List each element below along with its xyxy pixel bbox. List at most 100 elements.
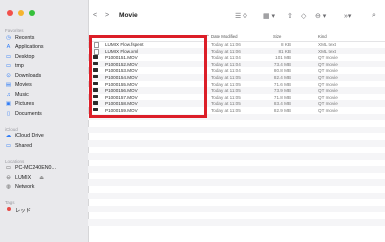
red-tag-icon	[5, 206, 12, 213]
file-date-modified: Today at 11:05	[211, 88, 241, 94]
forward-button[interactable]: >	[105, 12, 109, 19]
file-size: 73.9 MB	[273, 88, 291, 94]
file-kind: QT movie	[318, 107, 338, 113]
list-view-icon[interactable]: ☰ ◊	[235, 12, 247, 20]
applications-icon: A	[6, 44, 11, 51]
file-size: 80.8 MB	[273, 68, 291, 74]
empty-row	[88, 126, 385, 134]
finder-window: Favorites ◷ Recents A Applications ▭ Des…	[0, 0, 385, 242]
column-size[interactable]: Size	[273, 34, 281, 39]
file-kind: QT movie	[318, 74, 338, 80]
file-size: 71.6 MB	[273, 81, 291, 87]
file-kind: QT movie	[318, 55, 338, 61]
pictures-icon: ▣	[5, 101, 12, 108]
file-kind: XML text	[318, 48, 336, 54]
sidebar-item-pictures[interactable]: ▣ Pictures	[5, 100, 88, 110]
sidebar-item-applications[interactable]: A Applications	[5, 43, 88, 53]
sidebar-item-lumix[interactable]: ⊖ LUMIX ⏏	[5, 173, 88, 183]
sidebar-item-desktop[interactable]: ▭ Desktop	[5, 52, 88, 62]
empty-row	[88, 186, 385, 193]
movies-icon: ▤	[5, 82, 12, 89]
share-icon[interactable]: ⇧	[287, 12, 293, 20]
empty-row	[88, 199, 385, 206]
sidebar-item-tmp[interactable]: ▭ tmp	[5, 62, 88, 72]
documents-icon: ▯	[6, 110, 11, 117]
sidebar-item-label: Downloads	[15, 72, 42, 79]
empty-row	[88, 139, 385, 147]
file-size: 82.4 MB	[273, 74, 291, 80]
empty-row	[88, 226, 385, 233]
back-button[interactable]: <	[93, 12, 97, 19]
file-size: 101 MB	[275, 55, 291, 61]
file-size: 8 KB	[281, 42, 291, 47]
file-date-modified: Today at 11:05	[211, 94, 241, 100]
file-date-modified: Today at 11:05	[211, 74, 241, 80]
eject-icon[interactable]: ⏏	[39, 175, 44, 181]
red-highlight-box	[89, 35, 207, 118]
more-toolbar-icon[interactable]: »▾	[344, 12, 351, 20]
file-date-modified: Today at 11:04	[211, 55, 241, 61]
column-kind[interactable]: Kind	[318, 34, 327, 39]
sidebar-item-label: Desktop	[15, 53, 35, 60]
downloads-icon: ⊙	[6, 72, 11, 79]
close-window-button[interactable]	[7, 10, 13, 16]
empty-row	[88, 147, 385, 154]
file-date-modified: Today at 11:05	[211, 107, 241, 113]
sidebar-item-computer[interactable]: ▭ PC-MC240EN0...	[5, 164, 88, 174]
file-kind: XML text	[318, 42, 336, 47]
file-kind: QT movie	[318, 88, 338, 94]
sidebar-item-label: Music	[15, 91, 29, 98]
sidebar-item-label: Movies	[15, 82, 32, 89]
music-icon: ♫	[6, 91, 11, 98]
sidebar-item-music[interactable]: ♫ Music	[5, 90, 88, 100]
minimize-window-button[interactable]	[18, 10, 24, 16]
sidebar-item-label: tmp	[15, 63, 24, 70]
sidebar-item-label: iCloud Drive	[15, 133, 44, 140]
tag-icon[interactable]: ◇	[301, 12, 306, 20]
sidebar-item-documents[interactable]: ▯ Documents	[5, 109, 88, 119]
window-title: Movie	[119, 12, 138, 19]
sidebar-item-recents[interactable]: ◷ Recents	[5, 33, 88, 43]
empty-row	[88, 166, 385, 173]
empty-row	[88, 179, 385, 187]
file-kind: QT movie	[318, 81, 338, 87]
search-icon[interactable]: ⌕	[372, 12, 376, 20]
sidebar-item-downloads[interactable]: ⊙ Downloads	[5, 71, 88, 81]
sidebar-item-movies[interactable]: ▤ Movies	[5, 81, 88, 91]
empty-row	[88, 120, 385, 127]
sidebar-item-icloud-drive[interactable]: ☁ iCloud Drive	[5, 132, 88, 142]
file-date-modified: Today at 11:04	[211, 61, 241, 67]
empty-row	[88, 153, 385, 160]
sidebar-item-label: Documents	[15, 110, 42, 117]
action-menu-icon[interactable]: ⊖ ▾	[315, 12, 326, 20]
file-size: 73.4 MB	[273, 61, 291, 67]
file-kind: QT movie	[318, 101, 338, 107]
file-size: 71.8 MB	[273, 94, 291, 100]
drive-icon: ⊖	[6, 174, 11, 181]
sidebar-item-label: PC-MC240EN0...	[15, 165, 56, 172]
sidebar-item-label: Recents	[15, 34, 35, 41]
desktop-icon: ▭	[5, 53, 12, 60]
empty-row	[88, 173, 385, 180]
sidebar-item-label: レッド	[15, 207, 31, 214]
sidebar-item-shared[interactable]: ▭ Shared	[5, 141, 88, 151]
sidebar-item-network[interactable]: ◍ Network	[5, 183, 88, 193]
empty-row	[88, 205, 385, 213]
empty-row	[88, 219, 385, 226]
sidebar-item-tag-red[interactable]: レッド	[5, 205, 88, 215]
empty-row	[88, 192, 385, 200]
toolbar: < > Movie ☰ ◊ ▦ ▾ ⇧ ◇ ⊖ ▾ »▾ ⌕	[88, 0, 385, 32]
file-date-modified: Today at 11:05	[211, 101, 241, 107]
clock-icon: ◷	[6, 34, 11, 41]
cloud-icon: ☁	[5, 133, 12, 140]
file-size: 82.9 MB	[273, 107, 291, 113]
file-kind: QT movie	[318, 94, 338, 100]
sidebar-item-label: LUMIX	[15, 174, 32, 181]
file-date-modified: Today at 11:06	[211, 48, 241, 54]
zoom-window-button[interactable]	[29, 10, 35, 16]
sidebar-item-label: Network	[15, 184, 35, 191]
column-date-modified[interactable]: Date Modified	[211, 34, 238, 39]
network-icon: ◍	[6, 184, 11, 191]
sidebar-item-label: Applications	[15, 44, 44, 51]
group-grid-icon[interactable]: ▦ ▾	[263, 12, 275, 20]
